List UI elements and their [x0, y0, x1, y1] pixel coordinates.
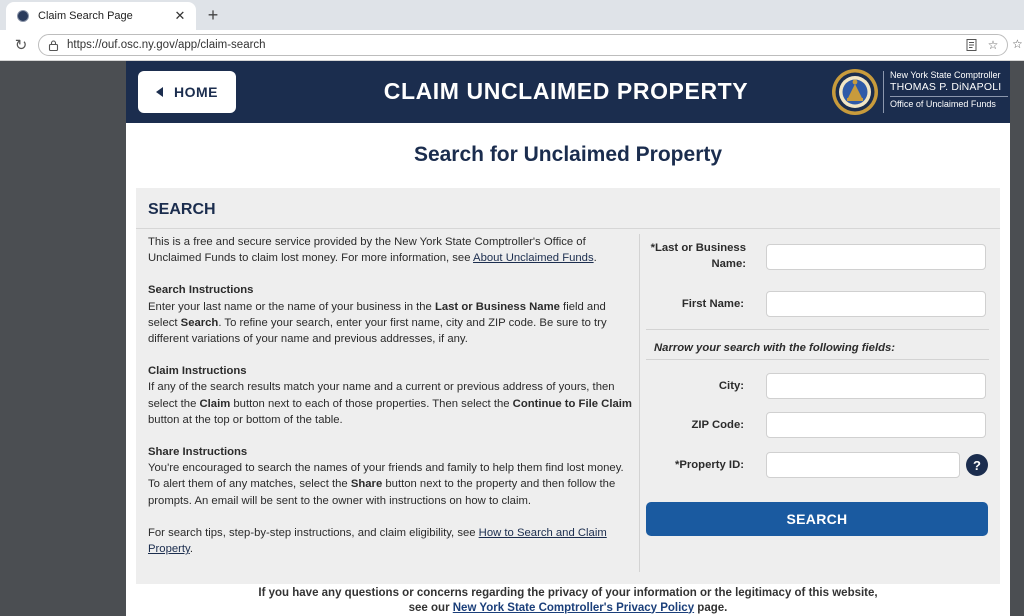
column-divider [639, 234, 640, 572]
site-title: CLAIM UNCLAIMED PROPERTY [383, 78, 749, 104]
intro-paragraph: This is a free and secure service provid… [148, 234, 638, 266]
privacy-note-line2: see our New York State Comptroller's Pri… [126, 601, 1010, 616]
chevron-left-icon [156, 87, 163, 97]
favorites-icon[interactable]: ☆ [1012, 37, 1024, 53]
logo-line-office: Office of Unclaimed Funds [890, 96, 1008, 110]
page-content: HOME CLAIM UNCLAIMED PROPERTY New York S… [126, 61, 1010, 616]
logo-divider [883, 71, 884, 113]
privacy-note-text: see our [408, 601, 453, 614]
claim-instructions-bold: Claim [199, 397, 231, 410]
site-info-icon[interactable] [47, 39, 59, 51]
comptroller-logo-text: New York State Comptroller THOMAS P. DiN… [890, 70, 1008, 110]
logo-line-name: THOMAS P. DiNAPOLI [890, 81, 1002, 93]
zip-code-label: ZIP Code: [691, 419, 744, 431]
property-id-input[interactable] [766, 452, 960, 478]
close-icon[interactable]: ✕ [172, 8, 188, 24]
city-input[interactable] [766, 373, 986, 399]
reload-icon[interactable]: ↻ [12, 36, 30, 54]
first-name-input[interactable] [766, 291, 986, 317]
logo-line-comptroller: New York State Comptroller [890, 70, 1001, 80]
claim-instructions-text: button next to each of those properties.… [230, 397, 513, 410]
search-instructions-bold: Last or Business Name [434, 300, 560, 313]
claim-instructions-bold: Continue to File Claim [512, 397, 632, 410]
privacy-note-text: page. [694, 601, 728, 614]
nys-seal-icon [832, 69, 878, 115]
bookmark-star-icon[interactable]: ☆ [985, 37, 1001, 53]
search-panel: SEARCH This is a free and secure service… [136, 188, 1000, 584]
intro-end: . [593, 252, 597, 265]
city-label: City: [718, 380, 744, 392]
form-divider [646, 359, 989, 360]
about-unclaimed-funds-link[interactable]: About Unclaimed Funds [473, 252, 594, 264]
last-name-label-line2: Name: [711, 258, 746, 270]
panel-divider [136, 228, 1000, 229]
last-name-label: *Last or Business Name: [646, 240, 746, 272]
first-name-label: First Name: [681, 298, 744, 310]
zip-code-input[interactable] [766, 412, 986, 438]
url-field[interactable]: https://ouf.osc.ny.gov/app/claim-search … [38, 34, 1008, 56]
privacy-policy-link[interactable]: New York State Comptroller's Privacy Pol… [453, 602, 694, 614]
property-id-label: *Property ID: [674, 459, 744, 471]
share-instructions: Share Instructions You're encouraged to s… [148, 444, 638, 509]
browser-tab-bar: Claim Search Page ✕ + [0, 0, 1024, 30]
site-header: HOME CLAIM UNCLAIMED PROPERTY New York S… [126, 61, 1010, 123]
search-button[interactable]: SEARCH [646, 502, 988, 536]
page-title: Search for Unclaimed Property [413, 143, 723, 166]
last-name-label-line1: *Last or Business [650, 242, 746, 254]
claim-instructions-heading: Claim Instructions [148, 365, 247, 378]
share-instructions-bold: Share [350, 478, 383, 491]
panel-heading: SEARCH [148, 201, 216, 218]
tab-title: Claim Search Page [38, 10, 133, 22]
privacy-note-line1: If you have any questions or concerns re… [258, 587, 878, 599]
instructions-column: This is a free and secure service provid… [148, 234, 638, 573]
narrow-search-text: Narrow your search with the following fi… [654, 342, 896, 354]
search-instructions-bold: Search [180, 316, 219, 329]
reader-mode-icon[interactable] [963, 37, 979, 53]
site-favicon-icon [17, 10, 29, 22]
form-divider [646, 329, 989, 330]
browser-tab[interactable]: Claim Search Page ✕ [6, 2, 196, 30]
search-instructions-text: Enter your last name or the name of your… [148, 300, 435, 313]
search-instructions: Search Instructions Enter your last name … [148, 282, 638, 347]
home-button-label: HOME [174, 84, 218, 100]
help-icon[interactable]: ? [966, 454, 988, 476]
search-instructions-heading: Search Instructions [148, 284, 254, 297]
new-tab-icon[interactable]: + [202, 4, 224, 26]
privacy-note: If you have any questions or concerns re… [126, 586, 1010, 615]
address-bar: ↻ https://ouf.osc.ny.gov/app/claim-searc… [0, 30, 1024, 61]
tips-end: . [189, 543, 193, 556]
home-button[interactable]: HOME [138, 71, 236, 113]
url-text: https://ouf.osc.ny.gov/app/claim-search [67, 39, 266, 51]
claim-instructions: Claim Instructions If any of the search r… [148, 363, 638, 428]
share-instructions-heading: Share Instructions [148, 446, 248, 459]
tips-paragraph: For search tips, step-by-step instructio… [148, 525, 638, 557]
tips-text: For search tips, step-by-step instructio… [148, 526, 479, 539]
last-name-input[interactable] [766, 244, 986, 270]
claim-instructions-text: button at the top or bottom of the table… [148, 413, 343, 426]
